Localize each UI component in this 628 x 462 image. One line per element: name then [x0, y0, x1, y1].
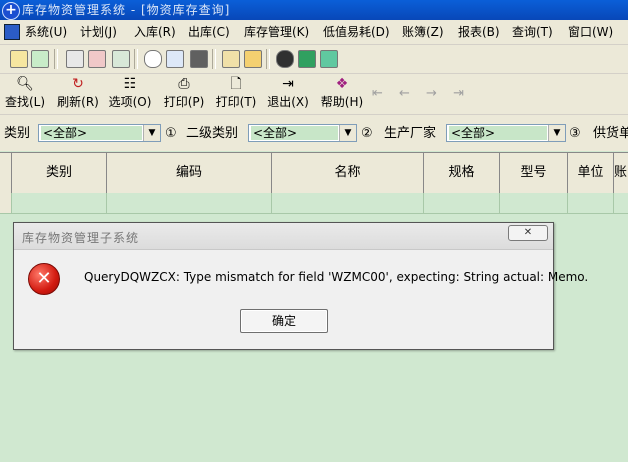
window-title: 库存物资管理系统 - [物资库存查询]	[22, 3, 231, 17]
column-header-model[interactable]: 型号	[500, 153, 568, 193]
filter-marker-2: ②	[361, 126, 373, 141]
edit-check-icon[interactable]	[31, 50, 49, 68]
column-header-account[interactable]: 账	[614, 153, 628, 193]
chevron-down-icon[interactable]: ▼	[548, 125, 565, 141]
main-toolbar: 🔍︎ 查找(L) ↻ 刷新(R) ☷ 选项(O) ⎙ 打印(P) 🗋 打印(T)…	[0, 74, 628, 115]
dialog-title: 库存物资管理子系统	[22, 231, 140, 245]
mdi-document-icon[interactable]	[4, 24, 20, 40]
filter-bar: 类别 <全部> ▼ ① 二级类别 <全部> ▼ ② 生产厂家 <全部> ▼ ③ …	[0, 115, 628, 151]
filter-marker-3: ③	[569, 126, 581, 141]
document-icon[interactable]	[66, 50, 84, 68]
toolbar-separator	[212, 49, 216, 69]
form-icon[interactable]	[166, 50, 184, 68]
dialog-close-button[interactable]: ✕	[508, 225, 548, 241]
chevron-down-icon[interactable]: ▼	[143, 125, 160, 141]
filter-marker-1: ①	[165, 126, 177, 141]
printer-icon: ⎙	[178, 76, 190, 92]
dialog-title-bar[interactable]: 库存物资管理子系统 ✕	[14, 223, 553, 250]
print-p-button[interactable]: ⎙ 打印(P)	[161, 76, 207, 112]
magnifier-icon[interactable]	[144, 50, 162, 68]
chevron-down-icon[interactable]: ▼	[339, 125, 356, 141]
menu-reports[interactable]: 报表(B)	[458, 24, 500, 40]
exit-button[interactable]: ⇥ 退出(X)	[266, 76, 310, 112]
close-window-icon[interactable]	[320, 50, 338, 68]
manufacturer-select[interactable]: <全部> ▼	[446, 124, 566, 142]
menu-window[interactable]: 窗口(W)	[568, 24, 613, 40]
print-preview-icon: 🗋	[230, 76, 242, 92]
error-dialog: 库存物资管理子系统 ✕ ✕ QueryDQWZCX: Type mismatch…	[13, 222, 588, 350]
print-t-button[interactable]: 🗋 打印(T)	[213, 76, 259, 112]
help-button[interactable]: ❖ 帮助(H)	[320, 76, 364, 112]
exit-door-icon: ⇥	[282, 76, 294, 92]
menu-low-value-consumables[interactable]: 低值易耗(D)	[323, 24, 390, 40]
find-button[interactable]: 🔍︎ 查找(L)	[3, 76, 47, 112]
menu-system[interactable]: 系统(U)	[25, 24, 67, 40]
refresh-icon: ↻	[72, 76, 84, 92]
menu-inventory-management[interactable]: 库存管理(K)	[244, 24, 309, 40]
options-button[interactable]: ☷ 选项(O)	[108, 76, 152, 112]
ok-button[interactable]: 确定	[240, 309, 328, 333]
row-indicator-header	[0, 153, 12, 193]
window-title-bar: + 库存物资管理系统 - [物资库存查询]	[0, 0, 628, 20]
search-icon: 🔍︎	[16, 76, 34, 92]
toolbar-separator	[134, 49, 138, 69]
column-header-unit[interactable]: 单位	[568, 153, 614, 193]
column-header-category[interactable]: 类别	[12, 153, 107, 193]
column-header-name[interactable]: 名称	[272, 153, 424, 193]
menu-query[interactable]: 查询(T)	[512, 24, 553, 40]
export-icon[interactable]	[88, 50, 106, 68]
table-cell[interactable]	[107, 193, 272, 213]
category-select[interactable]: <全部> ▼	[38, 124, 161, 142]
folder-icon[interactable]	[222, 50, 240, 68]
small-toolbar	[0, 45, 628, 74]
record-navigation-icons[interactable]: ⇤ ← → ⇥	[372, 86, 470, 101]
options-icon: ☷	[123, 76, 137, 92]
table-cell[interactable]	[568, 193, 614, 213]
table-cell[interactable]	[424, 193, 500, 213]
table-row[interactable]	[0, 193, 628, 214]
category-label: 类别	[4, 126, 31, 141]
menu-plan[interactable]: 计划(J)	[80, 24, 117, 40]
menu-outbound[interactable]: 出库(C)	[188, 24, 230, 40]
menu-inbound[interactable]: 入库(R)	[134, 24, 176, 40]
help-book-icon: ❖	[335, 76, 349, 92]
stop-icon[interactable]	[276, 50, 294, 68]
table-cell[interactable]	[272, 193, 424, 213]
column-header-spec[interactable]: 规格	[424, 153, 500, 193]
table-cell[interactable]	[500, 193, 568, 213]
refresh-button[interactable]: ↻ 刷新(R)	[56, 76, 100, 112]
sub-category-label: 二级类别	[186, 126, 239, 141]
menu-bar: 系统(U) 计划(J) 入库(R) 出库(C) 库存管理(K) 低值易耗(D) …	[0, 20, 628, 45]
grid-icon[interactable]	[190, 50, 208, 68]
column-header-code[interactable]: 编码	[107, 153, 272, 193]
manufacturer-label: 生产厂家	[384, 126, 437, 141]
app-icon[interactable]: +	[2, 2, 20, 20]
menu-ledger[interactable]: 账簿(Z)	[402, 24, 444, 40]
toolbar-separator	[266, 49, 270, 69]
toolbar-separator	[54, 49, 58, 69]
supplier-label: 供货单	[593, 126, 628, 141]
error-message: QueryDQWZCX: Type mismatch for field 'WZ…	[84, 270, 589, 284]
save-icon[interactable]	[10, 50, 28, 68]
sub-category-select[interactable]: <全部> ▼	[248, 124, 357, 142]
thermometer-icon[interactable]	[244, 50, 262, 68]
table-cell[interactable]	[12, 193, 107, 213]
row-indicator[interactable]	[0, 193, 12, 213]
close-icon: ✕	[523, 227, 533, 238]
tools-icon[interactable]	[112, 50, 130, 68]
grid-header: 类别 编码 名称 规格 型号 单位 账	[0, 152, 628, 194]
error-icon: ✕	[28, 263, 60, 295]
book-icon[interactable]	[298, 50, 316, 68]
